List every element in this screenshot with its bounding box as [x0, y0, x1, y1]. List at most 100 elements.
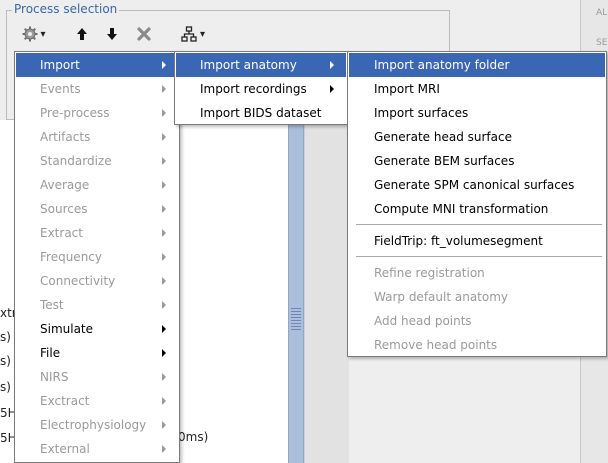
- menu-item-label: FieldTrip: ft_volumesegment: [374, 234, 543, 248]
- menu-item-label: Import anatomy folder: [374, 58, 510, 72]
- process-category-menu: Import Events Pre-process Artifacts Standard…: [14, 51, 180, 463]
- menu-item-label: Simulate: [40, 322, 94, 336]
- menu-item-label: Import MRI: [374, 82, 440, 96]
- splitter-bar[interactable]: [288, 120, 304, 463]
- anatomy-item-generate-head-surface[interactable]: Generate head surface: [349, 125, 605, 149]
- anatomy-item-import-anatomy-folder[interactable]: Import anatomy folder: [349, 53, 605, 77]
- menu-item-test: Test: [16, 293, 178, 317]
- add-process-menu-button[interactable]: ▾: [176, 23, 210, 45]
- settings-menu-button[interactable]: ▾: [18, 23, 50, 45]
- gear-icon: [22, 26, 38, 42]
- menu-item-label: Events: [40, 82, 81, 96]
- anatomy-item-warp-default-anatomy: Warp default anatomy: [349, 285, 605, 309]
- arrow-up-icon: [77, 28, 87, 40]
- menu-separator: [356, 256, 602, 257]
- menu-item-label: Generate head surface: [374, 130, 512, 144]
- submenu-arrow-icon: [330, 85, 334, 93]
- menu-item-label: Import: [40, 58, 80, 72]
- submenu-arrow-icon: [162, 325, 166, 333]
- submenu-arrow-icon: [162, 421, 166, 429]
- submenu-arrow-icon: [162, 109, 166, 117]
- submenu-arrow-icon: [330, 61, 334, 69]
- menu-item-label: Import recordings: [200, 82, 307, 96]
- menu-item-label: Generate BEM surfaces: [374, 154, 515, 168]
- menu-item-standardize: Standardize: [16, 149, 178, 173]
- menu-item-label: Refine registration: [374, 266, 485, 280]
- menu-item-label: Remove head points: [374, 338, 498, 352]
- menu-item-label: Warp default anatomy: [374, 290, 509, 304]
- close-icon: [137, 27, 151, 41]
- submenu-arrow-icon: [162, 253, 166, 261]
- anatomy-item-import-surfaces[interactable]: Import surfaces: [349, 101, 605, 125]
- process-tree-icon: [181, 26, 197, 42]
- menu-item-artifacts: Artifacts: [16, 125, 178, 149]
- menu-separator: [356, 224, 602, 225]
- menu-item-label: External: [40, 442, 90, 456]
- menu-item-label: Sources: [40, 202, 88, 216]
- menu-item-label: Connectivity: [40, 274, 116, 288]
- submenu-arrow-icon: [162, 373, 166, 381]
- menu-item-average: Average: [16, 173, 178, 197]
- submenu-arrow-icon: [162, 397, 166, 405]
- anatomy-item-compute-mni-transformation[interactable]: Compute MNI transformation: [349, 197, 605, 221]
- menu-item-label: Import anatomy: [200, 58, 297, 72]
- import-submenu: Import anatomy Import recordings Import BI…: [174, 51, 348, 125]
- menu-item-connectivity: Connectivity: [16, 269, 178, 293]
- anatomy-item-import-mri[interactable]: Import MRI: [349, 77, 605, 101]
- submenu-arrow-icon: [162, 229, 166, 237]
- menu-item-label: Standardize: [40, 154, 112, 168]
- menu-item-sources: Sources: [16, 197, 178, 221]
- menu-item-label: Compute MNI transformation: [374, 202, 549, 216]
- menu-item-file[interactable]: File: [16, 341, 178, 365]
- menu-item-label: Frequency: [40, 250, 102, 264]
- anatomy-item-refine-registration: Refine registration: [349, 261, 605, 285]
- submenu-arrow-icon: [162, 133, 166, 141]
- menu-item-label: Extract: [40, 226, 83, 240]
- menu-item-simulate[interactable]: Simulate: [16, 317, 178, 341]
- menu-item-import[interactable]: Import: [16, 53, 178, 77]
- menu-item-electrophysiology: Electrophysiology: [16, 413, 178, 437]
- arrow-down-icon: [107, 28, 117, 40]
- menu-item-label: Artifacts: [40, 130, 91, 144]
- submenu-item-import-anatomy[interactable]: Import anatomy: [176, 53, 346, 77]
- menu-item-label: Add head points: [374, 314, 472, 328]
- tree-fragment: 0ms): [178, 430, 209, 444]
- import-anatomy-submenu: Import anatomy folder Import MRI Import su…: [347, 51, 607, 357]
- anatomy-item-remove-head-points: Remove head points: [349, 333, 605, 357]
- menu-item-label: Electrophysiology: [40, 418, 147, 432]
- submenu-arrow-icon: [162, 205, 166, 213]
- submenu-arrow-icon: [162, 301, 166, 309]
- chevron-down-icon: ▾: [199, 28, 206, 40]
- submenu-item-import-recordings[interactable]: Import recordings: [176, 77, 346, 101]
- submenu-arrow-icon: [162, 181, 166, 189]
- menu-item-label: NIRS: [40, 370, 69, 384]
- chevron-down-icon: ▾: [40, 28, 46, 40]
- menu-item-extract: Extract: [16, 221, 178, 245]
- menu-item-label: Pre-process: [40, 106, 110, 120]
- menu-item-label: Average: [40, 178, 90, 192]
- remove-button[interactable]: [134, 23, 154, 45]
- menu-item-label: Import surfaces: [374, 106, 469, 120]
- submenu-arrow-icon: [162, 61, 166, 69]
- menu-item-label: File: [40, 346, 61, 360]
- splitter-grip-icon[interactable]: [291, 306, 301, 330]
- submenu-arrow-icon: [162, 349, 166, 357]
- submenu-arrow-icon: [162, 157, 166, 165]
- submenu-arrow-icon: [162, 85, 166, 93]
- move-up-button[interactable]: [72, 23, 92, 45]
- menu-item-label: Import BIDS dataset: [200, 106, 322, 120]
- move-down-button[interactable]: [102, 23, 122, 45]
- menu-item-label: Test: [40, 298, 64, 312]
- menu-item-pre-process: Pre-process: [16, 101, 178, 125]
- menu-item-frequency: Frequency: [16, 245, 178, 269]
- submenu-item-import-bids-dataset[interactable]: Import BIDS dataset: [176, 101, 346, 125]
- anatomy-item-generate-spm-canonical-surfaces[interactable]: Generate SPM canonical surfaces: [349, 173, 605, 197]
- menu-item-label: Exctract: [40, 394, 90, 408]
- anatomy-item-fieldtrip-ft-volumesegment[interactable]: FieldTrip: ft_volumesegment: [349, 229, 605, 253]
- submenu-arrow-icon: [162, 445, 166, 453]
- menu-item-label: Generate SPM canonical surfaces: [374, 178, 575, 192]
- right-panel-label-top: ALL: [596, 8, 608, 18]
- anatomy-item-generate-bem-surfaces[interactable]: Generate BEM surfaces: [349, 149, 605, 173]
- side-panel: [304, 120, 349, 463]
- menu-item-events: Events: [16, 77, 178, 101]
